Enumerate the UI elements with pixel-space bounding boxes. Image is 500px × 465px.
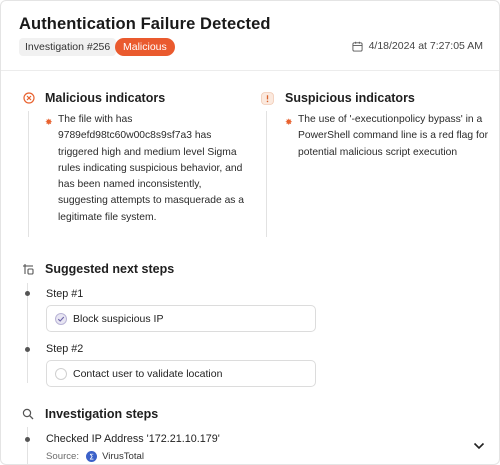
investigation-step-text: Checked IP Address '172.21.10.179' [46, 433, 220, 445]
section-divider-line [27, 427, 28, 464]
timestamp: 4/18/2024 at 7:27:05 AM [352, 40, 483, 52]
status-badge: Malicious [115, 38, 175, 56]
step-dot [25, 347, 30, 352]
chevron-down-icon[interactable] [471, 438, 487, 454]
step-2-label: Step #2 [46, 343, 84, 355]
step-1-label: Step #1 [46, 288, 84, 300]
malicious-indicator-icon [22, 91, 36, 105]
malicious-indicator-text: The file with has 9789efd98tc60w00c8s9sf… [58, 114, 245, 223]
step-dot [25, 437, 30, 442]
malicious-indicators-title: Malicious indicators [45, 91, 166, 105]
section-divider-line [27, 283, 28, 383]
check-icon[interactable] [55, 367, 67, 380]
investigation-tag: Investigation #256 [19, 38, 117, 56]
investigation-card: Authentication Failure Detected Investig… [0, 0, 500, 465]
step-2-action-text: Contact user to validate location [73, 367, 223, 380]
source-name: VirusTotal [102, 451, 145, 462]
section-divider-line [28, 111, 29, 237]
next-steps-icon [21, 262, 35, 276]
calendar-icon [352, 41, 363, 52]
suspicious-indicator-icon [260, 91, 274, 105]
step-1-action-text: Block suspicious IP [73, 312, 164, 325]
investigation-steps-title: Investigation steps [45, 407, 159, 421]
step-2-action[interactable]: Contact user to validate location [46, 360, 316, 387]
card-header: Authentication Failure Detected Investig… [1, 1, 499, 71]
suspicious-bullet-icon: ✸ [285, 117, 293, 127]
malicious-bullet-icon: ✸ [45, 117, 53, 127]
virustotal-icon: ∑ [86, 451, 98, 462]
page-title: Authentication Failure Detected [19, 15, 271, 33]
step-dot [25, 291, 30, 296]
step-1-action[interactable]: Block suspicious IP [46, 305, 316, 332]
investigation-source: Source: ∑ VirusTotal [46, 451, 144, 462]
search-icon [21, 407, 35, 421]
timestamp-text: 4/18/2024 at 7:27:05 AM [368, 40, 483, 52]
suspicious-indicators-title: Suspicious indicators [285, 91, 415, 105]
next-steps-title: Suggested next steps [45, 262, 175, 276]
check-icon[interactable] [55, 312, 67, 325]
section-divider-line [266, 111, 267, 237]
suspicious-indicator-text: The use of '-executionpolicy bypass' in … [298, 114, 489, 158]
source-label: Source: [46, 451, 80, 462]
